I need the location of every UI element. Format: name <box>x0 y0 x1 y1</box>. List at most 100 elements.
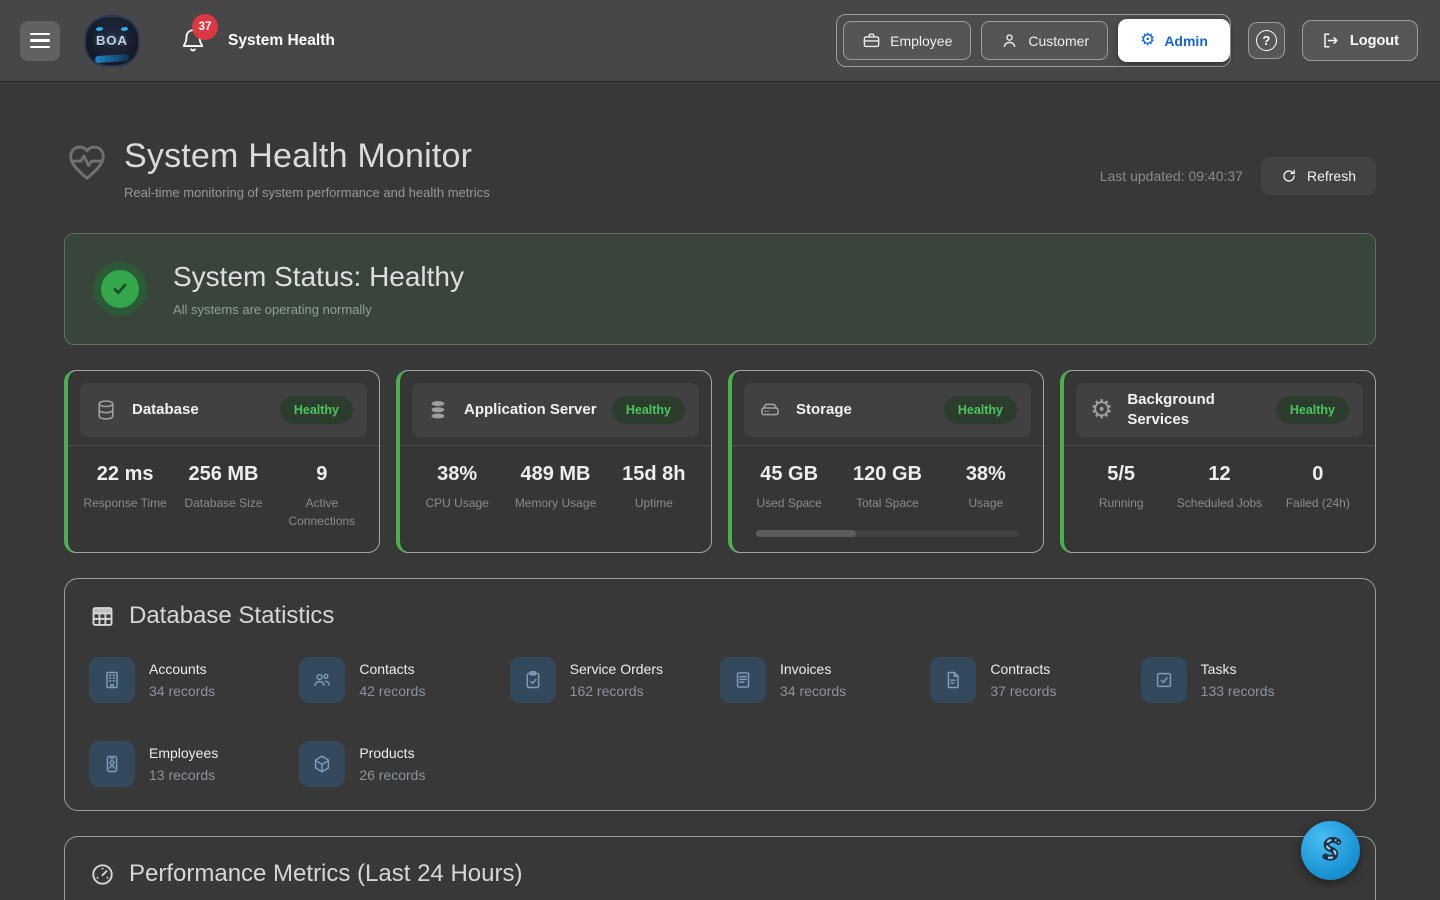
stat: 45 GB Used Space <box>740 463 838 512</box>
stat: 9 Active Connections <box>273 463 371 530</box>
notifications-bell[interactable]: 37 <box>180 26 206 56</box>
stat: 256 MB Database Size <box>174 463 272 530</box>
stat-label: Active Connections <box>273 494 371 530</box>
cube-icon <box>299 741 345 787</box>
status-subtitle: All systems are operating normally <box>173 302 464 317</box>
stat-label: Used Space <box>740 494 838 512</box>
stat-item-count: 26 records <box>359 767 425 783</box>
briefcase-icon <box>862 31 881 50</box>
stat-value: 38% <box>937 463 1035 486</box>
stat-item-name: Contracts <box>990 661 1056 677</box>
database-card-header: Database Healthy <box>80 383 367 437</box>
stat-item-name: Accounts <box>149 661 215 677</box>
heart-pulse-icon <box>64 139 110 185</box>
refresh-button[interactable]: Refresh <box>1261 157 1376 195</box>
stat-label: Usage <box>937 494 1035 512</box>
table-grid-icon <box>89 603 116 630</box>
stat-value: 22 ms <box>76 463 174 486</box>
database-icon <box>94 398 118 422</box>
stat-label: Uptime <box>605 494 703 512</box>
database-card: Database Healthy 22 ms Response Time 256… <box>64 370 380 553</box>
stat-item-name: Employees <box>149 745 218 761</box>
top-navbar: BOA 37 System Health Employee <box>0 0 1440 81</box>
page-header: System Health Monitor Real-time monitori… <box>64 137 1376 200</box>
hard-drive-icon <box>758 398 782 422</box>
page-header-titles: System Health Monitor Real-time monitori… <box>124 137 490 200</box>
stat-item-texts: Employees 13 records <box>149 745 218 783</box>
stat-item-name: Service Orders <box>570 661 663 677</box>
stat: 22 ms Response Time <box>76 463 174 530</box>
stat-value: 0 <box>1269 463 1367 486</box>
help-button[interactable]: ? <box>1248 22 1285 59</box>
stat-value: 38% <box>408 463 506 486</box>
status-texts: System Status: Healthy All systems are o… <box>173 261 464 317</box>
stat-value: 12 <box>1170 463 1268 486</box>
stat-value: 5/5 <box>1072 463 1170 486</box>
stat-item-texts: Accounts 34 records <box>149 661 215 699</box>
stat-item-name: Tasks <box>1201 661 1275 677</box>
boa-floating-action-button[interactable] <box>1301 821 1360 880</box>
background-services-card-header: ⚙ Background Services Healthy <box>1076 383 1363 437</box>
admin-button[interactable]: ⚙ Admin <box>1118 19 1230 62</box>
stat: 15d 8h Uptime <box>605 463 703 512</box>
application-server-card: Application Server Healthy 38% CPU Usage… <box>396 370 712 553</box>
navbar-title: System Health <box>228 32 335 50</box>
employee-button[interactable]: Employee <box>843 21 971 60</box>
stat-label: Memory Usage <box>506 494 604 512</box>
clipboard-check-icon <box>510 657 556 703</box>
storage-card: Storage Healthy 45 GB Used Space 120 GB … <box>728 370 1044 553</box>
stat: 38% CPU Usage <box>408 463 506 512</box>
gear-icon: ⚙ <box>1090 397 1113 423</box>
stat: 0 Failed (24h) <box>1269 463 1367 512</box>
database-statistics-header: Database Statistics <box>89 602 1351 630</box>
check-square-icon <box>1141 657 1187 703</box>
navbar-right: Employee Customer ⚙ Admin ? <box>836 14 1418 67</box>
employee-button-label: Employee <box>890 33 952 49</box>
role-switcher-group: Employee Customer ⚙ Admin <box>836 14 1231 67</box>
building-icon <box>89 657 135 703</box>
status-title: System Status: Healthy <box>173 261 464 293</box>
logo-tail-icon <box>95 53 129 62</box>
logout-button-label: Logout <box>1350 33 1399 49</box>
menu-button[interactable] <box>20 21 60 61</box>
page-header-left: System Health Monitor Real-time monitori… <box>64 137 490 200</box>
stat-item-products: Products 26 records <box>299 741 509 787</box>
stat-item-invoices: Invoices 34 records <box>720 657 930 703</box>
check-circle-icon <box>101 270 139 308</box>
logout-icon <box>1321 31 1340 50</box>
database-card-title: Database <box>132 400 266 420</box>
stat-item-count: 42 records <box>359 683 425 699</box>
application-server-card-title: Application Server <box>464 400 598 420</box>
invoice-icon <box>720 657 766 703</box>
stat-value: 45 GB <box>740 463 838 486</box>
background-services-card-stats: 5/5 Running 12 Scheduled Jobs 0 Failed (… <box>1064 446 1375 512</box>
page-header-right: Last updated: 09:40:37 Refresh <box>1100 157 1376 195</box>
people-icon <box>299 657 345 703</box>
stat-item-count: 34 records <box>780 683 846 699</box>
stat-value: 256 MB <box>174 463 272 486</box>
stat-item-contacts: Contacts 42 records <box>299 657 509 703</box>
navbar-left: BOA 37 System Health <box>20 15 335 67</box>
id-badge-icon <box>89 741 135 787</box>
stat-item-service-orders: Service Orders 162 records <box>510 657 720 703</box>
stat: 12 Scheduled Jobs <box>1170 463 1268 512</box>
stat-item-name: Invoices <box>780 661 846 677</box>
stat-label: Total Space <box>838 494 936 512</box>
stat: 5/5 Running <box>1072 463 1170 512</box>
gauge-icon <box>89 861 116 888</box>
logout-button[interactable]: Logout <box>1302 20 1418 61</box>
logo-text: BOA <box>96 33 128 48</box>
background-services-card: ⚙ Background Services Healthy 5/5 Runnin… <box>1060 370 1376 553</box>
application-server-status-badge: Healthy <box>612 396 685 424</box>
database-status-badge: Healthy <box>280 396 353 424</box>
refresh-icon <box>1281 168 1297 184</box>
document-icon <box>930 657 976 703</box>
stat: 38% Usage <box>937 463 1035 512</box>
customer-button[interactable]: Customer <box>981 21 1108 60</box>
last-updated-text: Last updated: 09:40:37 <box>1100 168 1243 184</box>
stat-item-contracts: Contracts 37 records <box>930 657 1140 703</box>
stat-label: Scheduled Jobs <box>1170 494 1268 512</box>
snake-icon <box>1312 832 1350 870</box>
stat-label: CPU Usage <box>408 494 506 512</box>
refresh-button-label: Refresh <box>1307 168 1356 184</box>
